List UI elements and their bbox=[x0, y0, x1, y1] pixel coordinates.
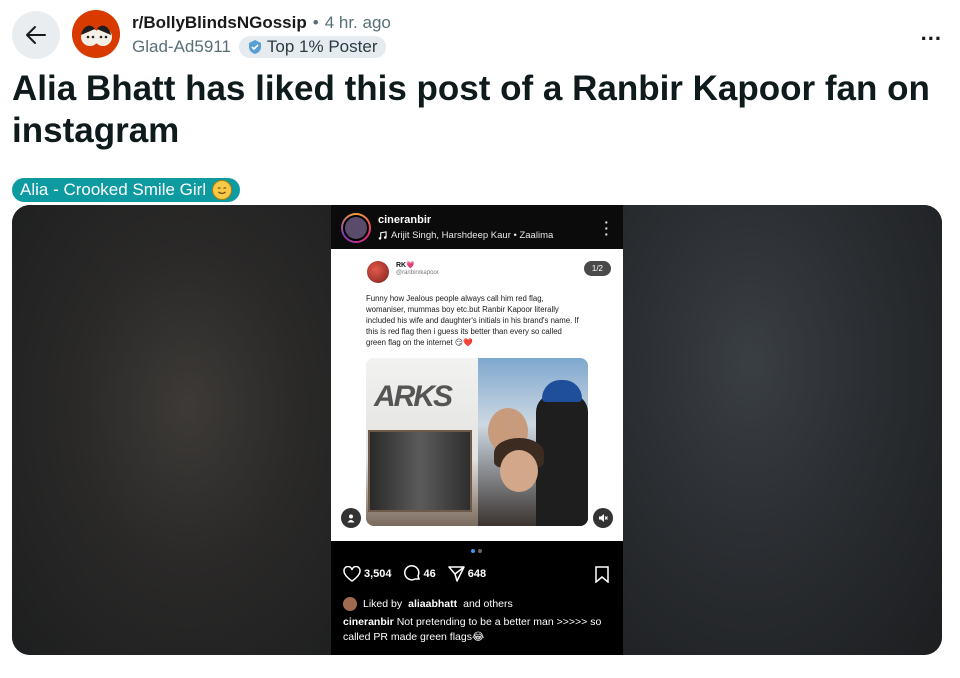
share-count: 648 bbox=[467, 567, 487, 580]
comment-icon bbox=[403, 565, 420, 581]
tweet-avatar bbox=[367, 261, 389, 283]
subreddit-name[interactable]: r/BollyBlindsNGossip bbox=[132, 13, 307, 33]
post-time: 4 hr. ago bbox=[324, 13, 391, 32]
send-icon bbox=[448, 565, 465, 582]
store-front-image: ARKS bbox=[366, 358, 478, 526]
bookmark-icon bbox=[595, 566, 609, 588]
ig-music-text: Arijit Singh, Harshdeep Kaur • Zaalima bbox=[391, 230, 554, 241]
user-flair-badge: Top 1% Poster bbox=[238, 36, 387, 58]
tweet-handle: @ranbirxkapoor bbox=[396, 270, 439, 276]
media-blur-left bbox=[12, 205, 332, 655]
ig-caption: cineranbir Not pretending to be a better… bbox=[343, 615, 613, 645]
music-note-icon bbox=[378, 231, 387, 240]
caption-user: cineranbir bbox=[343, 616, 394, 628]
ig-actions: 3,504 46 648 bbox=[343, 565, 492, 582]
ig-avatar bbox=[341, 213, 371, 243]
user-flair-text: Top 1% Poster bbox=[266, 37, 378, 56]
media-blur-right bbox=[622, 205, 942, 655]
ig-music-line: Arijit Singh, Harshdeep Kaur • Zaalima bbox=[378, 230, 553, 241]
tweet-card: RK💗 @ranbirxkapoor 1/2 Funny how Jealous… bbox=[331, 249, 623, 541]
liked-by-prefix: Liked by bbox=[363, 598, 403, 610]
ig-header: cineranbir Arijit Singh, Harshdeep Kaur … bbox=[331, 205, 623, 249]
back-button[interactable] bbox=[12, 11, 60, 59]
tweet-photo: ARKS bbox=[366, 358, 588, 526]
instagram-screenshot: cineranbir Arijit Singh, Harshdeep Kaur … bbox=[331, 205, 623, 655]
subreddit-avatar[interactable] bbox=[72, 10, 120, 58]
share-action: 648 bbox=[448, 565, 487, 582]
like-action: 3,504 bbox=[343, 565, 392, 582]
liked-by-line: Liked by aliaabhatt and others bbox=[343, 597, 513, 611]
more-options-button[interactable]: ... bbox=[921, 20, 942, 46]
post-flair-text: Alia - Crooked Smile Girl bbox=[20, 180, 207, 199]
tagged-user-icon bbox=[341, 508, 361, 528]
post-title[interactable]: Alia Bhatt has liked this post of a Ranb… bbox=[12, 68, 942, 152]
arrow-left-icon bbox=[26, 26, 46, 44]
carousel-counter: 1/2 bbox=[583, 261, 611, 276]
separator-dot: • bbox=[312, 13, 319, 32]
tweet-name: RK💗 bbox=[396, 262, 415, 269]
heart-icon bbox=[343, 565, 361, 582]
ig-username: cineranbir bbox=[378, 214, 432, 226]
liked-by-suffix: and others bbox=[463, 598, 513, 610]
post-flair[interactable]: Alia - Crooked Smile Girl bbox=[12, 178, 241, 202]
post-media[interactable]: cineranbir Arijit Singh, Harshdeep Kaur … bbox=[12, 205, 942, 655]
top-poster-icon bbox=[248, 40, 261, 54]
comment-count: 46 bbox=[423, 567, 436, 580]
family-selfie-image bbox=[478, 358, 588, 526]
smile-emoji-icon bbox=[212, 180, 233, 200]
tweet-text: Funny how Jealous people always call him… bbox=[366, 294, 579, 347]
like-count: 3,504 bbox=[364, 567, 392, 580]
ig-menu-icon: · · · bbox=[604, 214, 609, 242]
mute-icon bbox=[593, 508, 613, 528]
author-username[interactable]: Glad-Ad5911 bbox=[132, 37, 231, 57]
subreddit-logo-icon bbox=[72, 10, 120, 58]
liked-by-user: aliaabhatt bbox=[408, 598, 458, 610]
carousel-dots bbox=[471, 549, 482, 553]
store-sign: ARKS bbox=[374, 380, 453, 413]
comment-action: 46 bbox=[403, 565, 436, 582]
liker-avatar bbox=[343, 597, 357, 611]
